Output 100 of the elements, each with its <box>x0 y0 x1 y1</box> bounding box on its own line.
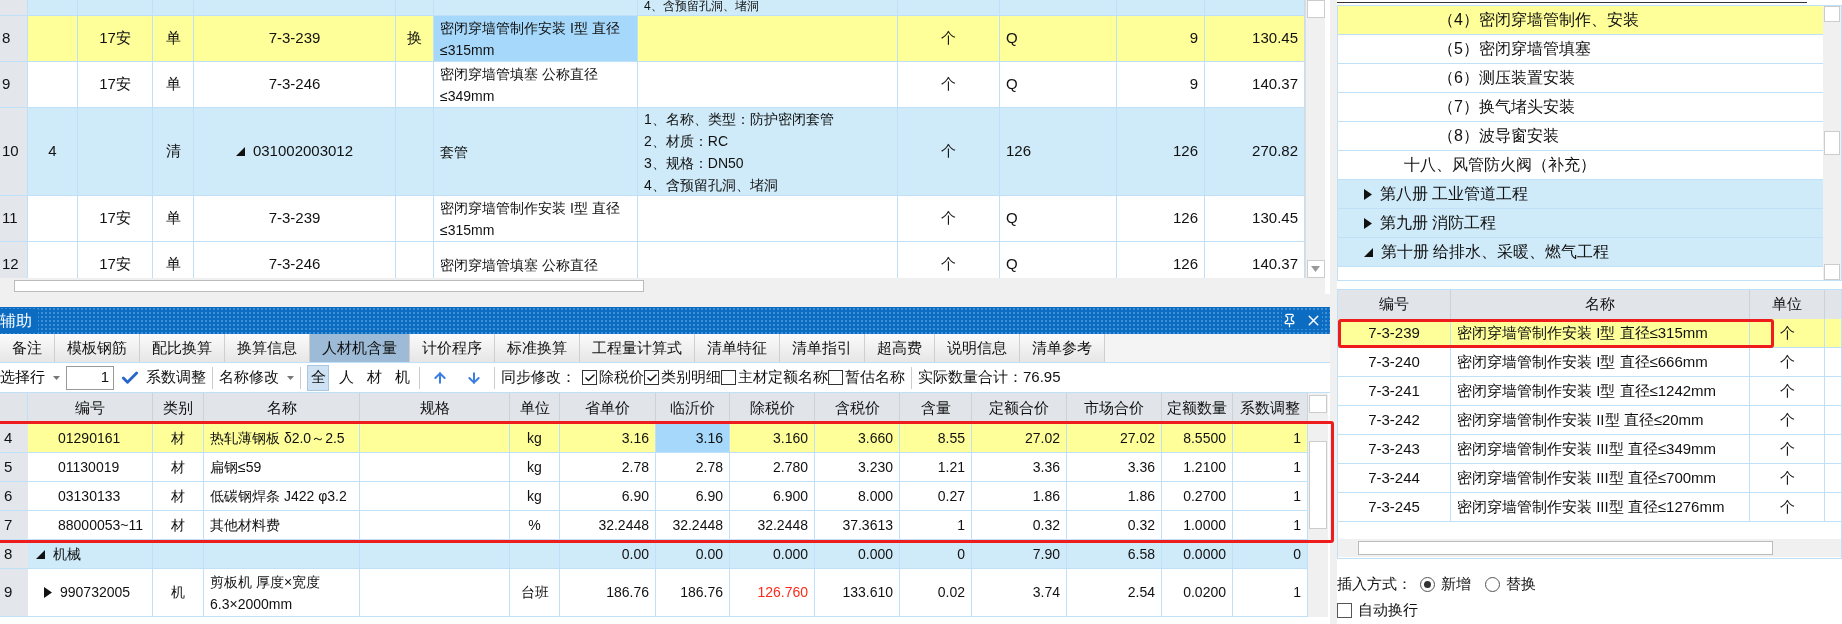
radio-button[interactable] <box>1485 576 1500 592</box>
table-cell: 1.0000 <box>1162 511 1233 540</box>
row-number: 5 <box>3 456 13 477</box>
filter-toggle[interactable]: 全 <box>307 364 329 391</box>
filter-toggle[interactable]: 材 <box>363 364 385 391</box>
tree-item[interactable]: 第十册 给排水、采暖、燃气工程 <box>1338 238 1823 267</box>
checkbox[interactable] <box>644 370 659 385</box>
table-row[interactable]: 9 990732005 机 剪板机 厚度×宽度 6.3×2000mm 台班 186.76 186.76 126.760 133.610 0.02 3.74 2.54 0.0200 1 <box>0 569 1308 617</box>
table-cell: 32.2448 <box>656 511 730 540</box>
feature-line: 2、材质：RC <box>644 132 728 151</box>
tab[interactable]: 标准换算 <box>495 334 580 362</box>
tab[interactable]: 备注 <box>0 334 55 362</box>
table-cell: 186.76 <box>656 569 730 617</box>
table-row[interactable]: 4 01290161 材 热轧薄钢板 δ2.0～2.5 kg 3.16 3.16 3.160 3.660 8.55 27.02 27.02 8.5500 1 <box>0 424 1308 453</box>
scrollbar[interactable] <box>1308 393 1328 617</box>
checkbox[interactable] <box>582 370 597 385</box>
row-number-input[interactable]: 1 <box>66 365 114 390</box>
tree-item[interactable]: 第八册 工业管道工程 <box>1338 180 1823 209</box>
table-cell: 2.54 <box>1067 569 1162 617</box>
radio-button[interactable] <box>1420 576 1435 592</box>
table-cell: 7-3-241 <box>1338 377 1451 405</box>
checkbox[interactable] <box>1337 602 1352 618</box>
radio-label[interactable]: 替换 <box>1506 572 1536 596</box>
tab[interactable]: 工程量计算式 <box>580 334 695 362</box>
table-row[interactable]: 7-3-241 密闭穿墙管制作安装 I型 直径≤1242mm 个 <box>1338 377 1841 406</box>
checkbox-label[interactable]: 主材定额名称 <box>738 366 828 389</box>
scrollbar[interactable] <box>1305 0 1325 278</box>
triangle-icon[interactable] <box>44 587 52 598</box>
scroll-thumb[interactable] <box>1306 0 1325 18</box>
scrollbar[interactable] <box>1823 6 1841 280</box>
tab[interactable]: 说明信息 <box>935 334 1020 362</box>
pin-icon[interactable] <box>1282 313 1297 328</box>
tab[interactable]: 清单指引 <box>780 334 865 362</box>
table-cell: 个 <box>1750 348 1825 376</box>
tab[interactable]: 配比换算 <box>140 334 225 362</box>
tab[interactable]: 超高费 <box>865 334 935 362</box>
tree-item[interactable]: （4）密闭穿墙管制作、安装 <box>1338 6 1823 35</box>
down-arrow-icon[interactable] <box>1311 266 1320 272</box>
filter-toggle[interactable]: 机 <box>391 364 413 391</box>
triangle-icon[interactable] <box>1364 247 1373 257</box>
caret-icon <box>53 375 60 380</box>
checkbox-label[interactable]: 暂估名称 <box>845 366 905 389</box>
table-cell: 88000053~11 <box>28 511 153 540</box>
triangle-icon[interactable] <box>36 549 45 559</box>
table-row[interactable]: 7-3-244 密闭穿墙管制作安装 III型 直径≤700mm 个 <box>1338 464 1841 493</box>
table-cell: 7-3-243 <box>1338 435 1451 463</box>
triangle-icon[interactable] <box>235 147 245 156</box>
splitter-bar[interactable] <box>1330 0 1337 624</box>
table-row[interactable]: 7-3-243 密闭穿墙管制作安装 III型 直径≤349mm 个 <box>1338 435 1841 464</box>
triangle-icon[interactable] <box>1364 188 1372 200</box>
tab[interactable]: 换算信息 <box>225 334 310 362</box>
table-row[interactable]: 4、含预留孔洞、堵洞 <box>0 0 1305 16</box>
row-number: 10 <box>1 141 19 162</box>
table-cell: 剪板机 厚度×宽度 6.3×2000mm <box>204 569 360 617</box>
checkbox-label[interactable]: 类别明细 <box>661 366 721 389</box>
table-row[interactable]: 12 17安 单 7-3-246 密闭穿墙管填塞 公称直径 个 Q 126 140.37 <box>0 242 1305 278</box>
scrollbar[interactable] <box>1338 539 1841 557</box>
triangle-icon[interactable] <box>1364 217 1372 229</box>
table-cell: 机 <box>153 569 204 617</box>
tab[interactable]: 模板钢筋 <box>55 334 140 362</box>
filter-toggle[interactable]: 人 <box>335 364 357 391</box>
table-cell: 186.76 <box>560 569 656 617</box>
checkbox[interactable] <box>721 370 736 385</box>
table-cell: 个 <box>1750 319 1825 347</box>
feature-line: 3、规格：DN50 <box>644 154 744 173</box>
table-row[interactable]: 8 17安 单 7-3-239 换 密闭穿墙管制作安装 I型 直径≤315mm 个 Q 9 130.45 <box>0 16 1305 62</box>
table-row[interactable]: 7 88000053~11 材 其他材料费 % 32.2448 32.2448 32.2448 37.3613 1 0.32 0.32 1.0000 1 <box>0 511 1308 540</box>
radio-label[interactable]: 新增 <box>1441 572 1471 596</box>
table-row[interactable]: 6 03130133 材 低碳钢焊条 J422 φ3.2 kg 6.90 6.90 6.900 8.000 0.27 1.86 1.86 0.2700 1 <box>0 482 1308 511</box>
tab[interactable]: 清单参考 <box>1020 334 1105 362</box>
table-row[interactable]: 9 17安 单 7-3-246 密闭穿墙管填塞 公称直径≤349mm 个 Q 9 140.37 <box>0 62 1305 108</box>
column-header[interactable]: 编号 <box>1338 290 1451 319</box>
tree-item[interactable]: 第九册 消防工程 <box>1338 209 1823 238</box>
row-number: 7 <box>3 514 13 535</box>
checkbox[interactable] <box>828 370 843 385</box>
column-header[interactable]: 名称 <box>1451 290 1750 319</box>
rename-dropdown[interactable]: 名称修改 <box>219 366 294 389</box>
table-cell: 7-3-239 <box>1338 319 1451 347</box>
move-down-icon[interactable] <box>466 369 482 386</box>
table-row[interactable]: 5 01130019 材 扁钢≤59 kg 2.78 2.78 2.780 3.230 1.21 3.36 3.36 1.2100 1 <box>0 453 1308 482</box>
checkbox-label[interactable]: 除税价 <box>599 366 644 389</box>
table-cell: 1 <box>900 511 972 540</box>
table-cell: 个 <box>1750 406 1825 434</box>
table-row[interactable]: 7-3-242 密闭穿墙管制作安装 II型 直径≤20mm 个 <box>1338 406 1841 435</box>
row-number: 6 <box>3 485 13 506</box>
table-row[interactable]: 7-3-240 密闭穿墙管制作安装 I型 直径≤666mm 个 <box>1338 348 1841 377</box>
table-cell: 32.2448 <box>730 511 815 540</box>
tab[interactable]: 计价程序 <box>410 334 495 362</box>
table-row[interactable]: 11 17安 单 7-3-239 密闭穿墙管制作安装 I型 直径≤315mm 个 Q 126 130.45 <box>0 196 1305 242</box>
table-row[interactable]: 10 4 清 031002003012 套管 1、名称、类型：防护密闭套管 2、材质：RC 3、规格：DN50 4、含预留孔洞、堵洞 个 126 126 270.82 <box>0 108 1305 196</box>
table-row[interactable]: 7-3-245 密闭穿墙管制作安装 III型 直径≤1276mm 个 <box>1338 493 1841 522</box>
feature-line: 4、含预留孔洞、堵洞 <box>644 0 759 12</box>
move-up-icon[interactable] <box>432 369 448 386</box>
tab[interactable]: 清单特征 <box>695 334 780 362</box>
checkbox-label[interactable]: 自动换行 <box>1358 598 1418 622</box>
coefficient-button[interactable]: 系数调整 <box>120 366 206 389</box>
feature-line: 4、含预留孔洞、堵洞 <box>644 176 778 195</box>
tab[interactable]: 人材机含量 <box>310 334 410 362</box>
row-select-dropdown[interactable]: 选择行 <box>0 366 60 389</box>
scrollbar[interactable] <box>0 278 1325 294</box>
